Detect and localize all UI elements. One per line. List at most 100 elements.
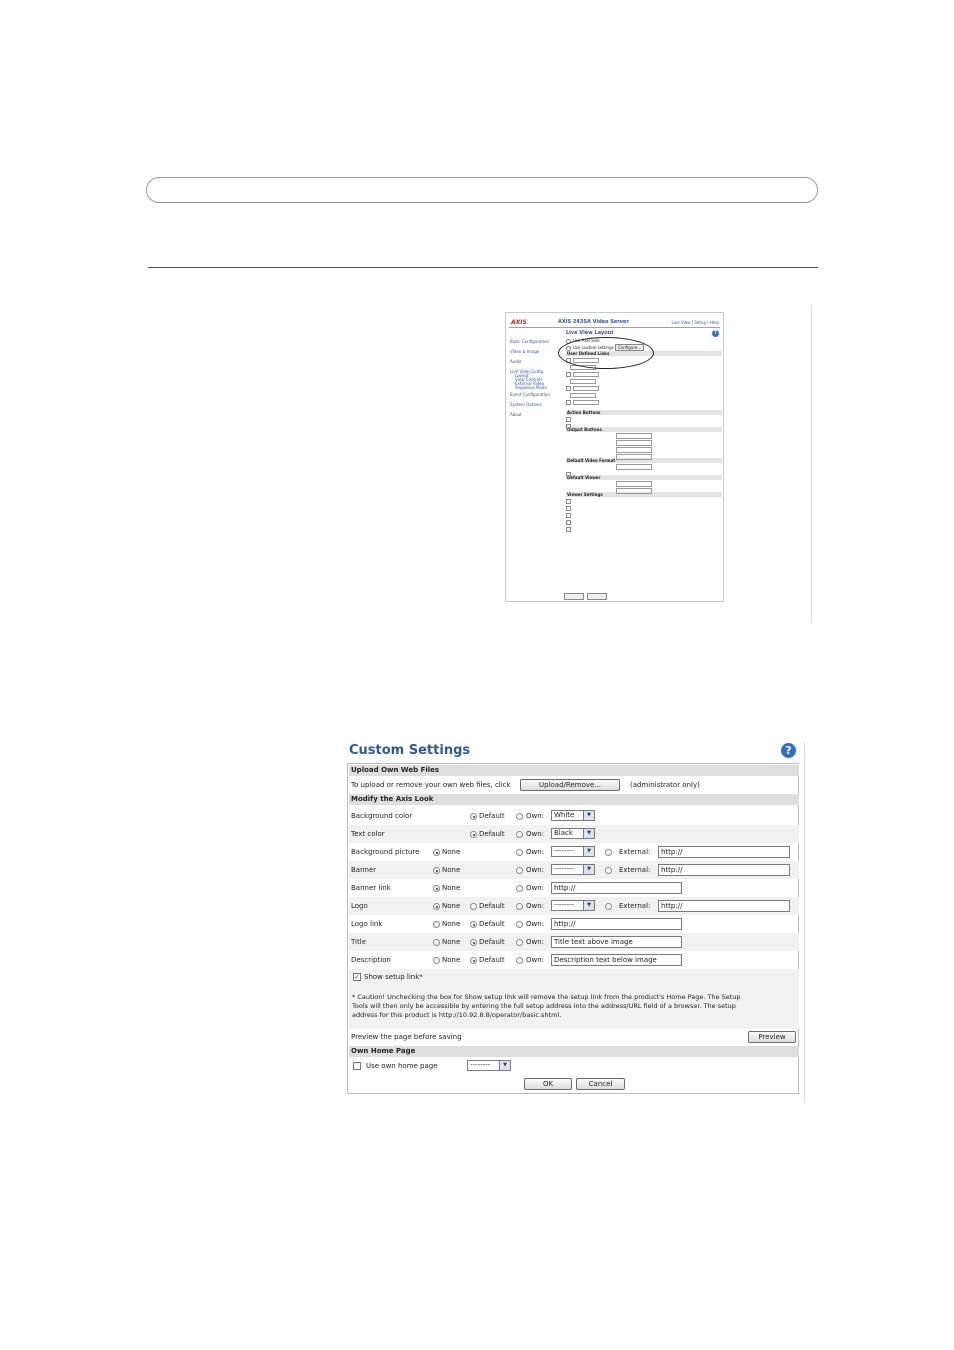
viewer-setting-row[interactable] <box>566 518 722 525</box>
banner-select[interactable]: -------- ▼ <box>551 864 595 875</box>
logo-none-radio[interactable] <box>433 903 440 910</box>
menu-basic-config[interactable]: Basic Configuration <box>510 339 564 349</box>
banner-link-none-radio[interactable] <box>433 885 440 892</box>
bg-color-own-radio[interactable] <box>516 813 523 820</box>
bg-picture-own-radio[interactable] <box>516 849 523 856</box>
bg-picture-external-radio[interactable] <box>605 849 612 856</box>
logo-own-radio[interactable] <box>516 903 523 910</box>
preview-button[interactable]: Preview <box>748 1031 796 1043</box>
ok-button[interactable]: OK <box>524 1078 572 1090</box>
cancel-button[interactable]: Cancel <box>576 1078 625 1090</box>
description-own-radio[interactable] <box>516 957 523 964</box>
menu-video-image[interactable]: Video & Image <box>510 349 564 359</box>
logo-link-own-label: Own: <box>526 920 545 928</box>
banner-own-radio[interactable] <box>516 867 523 874</box>
form-buttons <box>564 593 610 601</box>
viewer-row[interactable] <box>566 480 722 487</box>
link-row[interactable] <box>566 370 722 377</box>
caution-line-3: address for this product is http://10.92… <box>352 1011 562 1019</box>
section-upload-web-files: Upload Own Web Files <box>349 765 799 776</box>
logo-link-none-radio[interactable] <box>433 921 440 928</box>
link-row[interactable] <box>566 405 722 410</box>
title-none-label: None <box>442 938 461 946</box>
title-none-radio[interactable] <box>433 939 440 946</box>
text-color-default-radio[interactable] <box>470 831 477 838</box>
title-divider <box>509 327 720 328</box>
description-text-input[interactable]: Description text below image <box>551 954 682 966</box>
section-modify-axis-look: Modify the Axis Look <box>349 794 799 805</box>
viewer-setting-row[interactable] <box>566 511 722 518</box>
home-page-select[interactable]: -------- ▼ <box>467 1060 511 1071</box>
use-home-page-checkbox[interactable] <box>353 1062 361 1070</box>
action-row[interactable] <box>566 422 722 429</box>
link-row[interactable] <box>566 384 722 391</box>
logo-link-input[interactable]: http:// <box>551 918 682 930</box>
banner-link-own-radio[interactable] <box>516 885 523 892</box>
bg-picture-select[interactable]: -------- ▼ <box>551 846 595 857</box>
logo-url-input[interactable]: http:// <box>658 900 790 912</box>
chevron-down-icon: ▼ <box>499 1061 510 1070</box>
chevron-down-icon: ▼ <box>583 847 594 856</box>
output-row[interactable] <box>566 439 722 446</box>
background-color-row: Background color Default Own: White ▼ <box>349 807 799 825</box>
top-links[interactable]: Live View | Setup | Help <box>672 320 719 325</box>
logo-external-radio[interactable] <box>605 903 612 910</box>
banner-url-input[interactable]: http:// <box>658 864 790 876</box>
banner-row: Banner None Own: -------- ▼ External: htt… <box>349 861 799 879</box>
viewer-row[interactable] <box>566 487 722 494</box>
banner-own-label: Own: <box>526 866 545 874</box>
banner-link-input[interactable]: http:// <box>551 882 682 894</box>
bg-picture-external-label: External: <box>619 848 651 856</box>
menu-audio[interactable]: Audio <box>510 359 564 369</box>
description-row: Description None Default Own: Descriptio… <box>349 951 799 969</box>
viewer-setting-row[interactable] <box>566 525 722 532</box>
bg-color-default-label: Default <box>479 812 505 820</box>
banner-link-own-label: Own: <box>526 884 545 892</box>
title-default-radio[interactable] <box>470 939 477 946</box>
title-default-label: Default <box>479 938 505 946</box>
scrollbar[interactable] <box>804 742 809 1102</box>
menu-system-options[interactable]: System Options <box>510 402 564 412</box>
upload-remove-button[interactable]: Upload/Remove... <box>520 779 620 791</box>
bg-picture-none-radio[interactable] <box>433 849 440 856</box>
video-format-row[interactable] <box>566 470 722 477</box>
logo-default-radio[interactable] <box>470 903 477 910</box>
bg-picture-url-input[interactable]: http:// <box>658 846 790 858</box>
description-default-radio[interactable] <box>470 957 477 964</box>
menu-event-config[interactable]: Event Configuration <box>510 392 564 402</box>
use-home-page-label: Use own home page <box>366 1062 438 1070</box>
help-icon[interactable]: ? <box>781 743 796 758</box>
action-row[interactable] <box>566 415 722 422</box>
bg-color-default-radio[interactable] <box>470 813 477 820</box>
output-row[interactable] <box>566 453 722 460</box>
menu-about[interactable]: About <box>510 412 564 422</box>
banner-label: Banner <box>351 866 377 874</box>
banner-none-radio[interactable] <box>433 867 440 874</box>
viewer-setting-row[interactable] <box>566 504 722 511</box>
home-page-row: Use own home page -------- ▼ <box>349 1058 799 1074</box>
caution-line-2: Tools will then only be accessible by en… <box>352 1002 736 1010</box>
axis-logo: AXIS <box>511 319 527 326</box>
save-button[interactable] <box>564 593 584 600</box>
show-setup-link-checkbox[interactable]: ✓ <box>353 973 361 981</box>
banner-link-none-label: None <box>442 884 461 892</box>
link-row[interactable] <box>566 377 722 384</box>
title-text-input[interactable]: Title text above image <box>551 936 682 948</box>
logo-link-default-radio[interactable] <box>470 921 477 928</box>
bg-color-select[interactable]: White ▼ <box>551 810 595 821</box>
text-color-own-radio[interactable] <box>516 831 523 838</box>
output-row[interactable] <box>566 446 722 453</box>
banner-external-radio[interactable] <box>605 867 612 874</box>
chevron-down-icon: ▼ <box>583 811 594 820</box>
text-color-select[interactable]: Black ▼ <box>551 828 595 839</box>
viewer-setting-row[interactable] <box>566 497 722 504</box>
link-row[interactable] <box>566 391 722 398</box>
logo-link-own-radio[interactable] <box>516 921 523 928</box>
description-none-radio[interactable] <box>433 957 440 964</box>
reset-button[interactable] <box>587 593 607 600</box>
link-row[interactable] <box>566 398 722 405</box>
title-own-radio[interactable] <box>516 939 523 946</box>
logo-select[interactable]: -------- ▼ <box>551 900 595 911</box>
output-row[interactable] <box>566 432 722 439</box>
video-format-row[interactable] <box>566 463 722 470</box>
